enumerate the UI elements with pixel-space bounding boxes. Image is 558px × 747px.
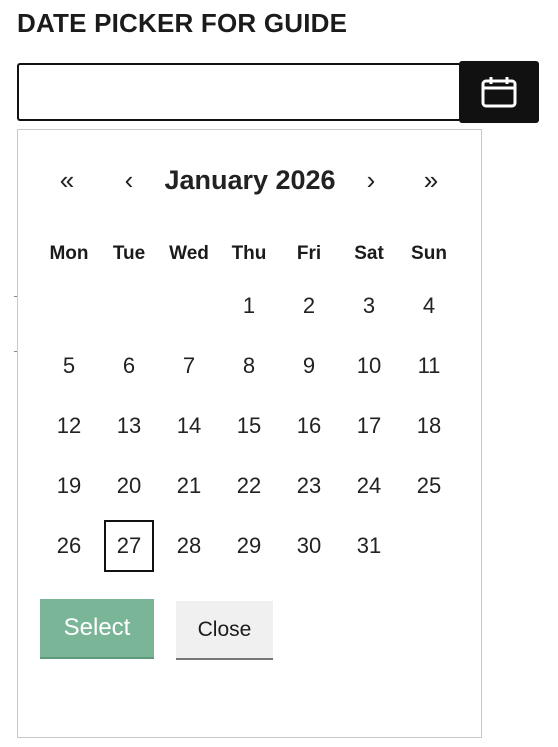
day-number: 10 [356, 353, 382, 378]
day-cell[interactable]: 21 [159, 456, 219, 516]
day-number: 17 [356, 413, 382, 438]
day-number: 12 [56, 413, 82, 438]
prev-year-button[interactable]: « [52, 162, 82, 198]
day-cell[interactable]: 22 [219, 456, 279, 516]
day-number: 29 [236, 533, 262, 558]
day-number: 26 [56, 533, 82, 558]
day-cell[interactable]: 16 [279, 396, 339, 456]
day-cell[interactable]: 15 [219, 396, 279, 456]
month-year-label: January 2026 [164, 165, 336, 195]
day-number: 31 [356, 533, 382, 558]
next-month-button[interactable]: › [356, 162, 386, 198]
date-input[interactable] [17, 63, 459, 121]
day-number: 1 [242, 293, 256, 318]
day-cell[interactable]: 31 [339, 516, 399, 576]
day-number: 5 [62, 353, 76, 378]
day-cell[interactable]: 13 [99, 396, 159, 456]
day-number: 8 [242, 353, 256, 378]
day-number: 23 [296, 473, 322, 498]
day-number: 30 [296, 533, 322, 558]
weekday-label: Mon [49, 243, 89, 264]
weekday-header: Mon Tue Wed Thu Fri Sat Sun [39, 232, 459, 276]
day-number: 3 [362, 293, 376, 318]
day-cell[interactable]: 11 [399, 336, 459, 396]
day-cell[interactable]: 18 [399, 396, 459, 456]
day-number: 18 [416, 413, 442, 438]
day-cell[interactable]: 29 [219, 516, 279, 576]
select-button[interactable]: Select [40, 599, 154, 659]
prev-month-button[interactable]: ‹ [114, 162, 144, 198]
empty-day-cell [99, 276, 159, 336]
day-cell[interactable]: 3 [339, 276, 399, 336]
weekday-label: Thu [231, 243, 267, 264]
weekday-label: Sat [354, 243, 384, 264]
page: DATE PICKER FOR GUIDE « ‹ January 2026 ›… [0, 0, 558, 747]
day-number: 4 [422, 293, 436, 318]
day-cell[interactable]: 1 [219, 276, 279, 336]
day-number: 7 [182, 353, 196, 378]
day-number: 24 [356, 473, 382, 498]
day-number: 16 [296, 413, 322, 438]
day-cell[interactable]: 17 [339, 396, 399, 456]
day-cell[interactable]: 23 [279, 456, 339, 516]
day-number: 14 [176, 413, 202, 438]
weekday-label: Tue [112, 243, 146, 264]
day-cell[interactable]: 5 [39, 336, 99, 396]
day-cell[interactable]: 8 [219, 336, 279, 396]
weekday-label: Fri [296, 243, 322, 264]
day-number: 13 [116, 413, 142, 438]
weekday-label: Wed [169, 243, 209, 264]
day-number: 6 [122, 353, 136, 378]
calendar-button[interactable] [459, 61, 539, 123]
day-number: 20 [116, 473, 142, 498]
day-cell[interactable]: 4 [399, 276, 459, 336]
day-number: 25 [416, 473, 442, 498]
day-cell[interactable]: 19 [39, 456, 99, 516]
page-title: DATE PICKER FOR GUIDE [17, 8, 348, 38]
day-number: 22 [236, 473, 262, 498]
day-cell[interactable]: 20 [99, 456, 159, 516]
day-cell[interactable]: 30 [279, 516, 339, 576]
day-cell[interactable]: 25 [399, 456, 459, 516]
next-year-button[interactable]: » [416, 162, 446, 198]
day-cell[interactable]: 10 [339, 336, 399, 396]
day-number: 28 [176, 533, 202, 558]
day-cell-highlighted[interactable]: 27 [99, 516, 159, 576]
day-cell[interactable]: 6 [99, 336, 159, 396]
empty-day-cell [159, 276, 219, 336]
weekday-label: Sun [411, 243, 447, 264]
day-grid: 1 2 3 4 5 6 7 8 9 10 11 12 13 14 15 16 17 18 19 20 21 22 23 24 2… [39, 276, 459, 576]
day-cell[interactable]: 28 [159, 516, 219, 576]
day-cell[interactable]: 7 [159, 336, 219, 396]
day-number: 15 [236, 413, 262, 438]
day-number: 2 [302, 293, 316, 318]
day-number: 19 [56, 473, 82, 498]
day-cell[interactable]: 9 [279, 336, 339, 396]
empty-day-cell [39, 276, 99, 336]
close-button[interactable]: Close [176, 601, 273, 660]
day-number: 27 [104, 520, 154, 572]
day-cell[interactable]: 2 [279, 276, 339, 336]
day-number: 21 [176, 473, 202, 498]
day-cell[interactable]: 26 [39, 516, 99, 576]
calendar-icon [481, 77, 517, 108]
day-cell[interactable]: 14 [159, 396, 219, 456]
day-cell[interactable]: 24 [339, 456, 399, 516]
day-cell[interactable]: 12 [39, 396, 99, 456]
day-number: 9 [302, 353, 316, 378]
day-number: 11 [417, 353, 441, 378]
